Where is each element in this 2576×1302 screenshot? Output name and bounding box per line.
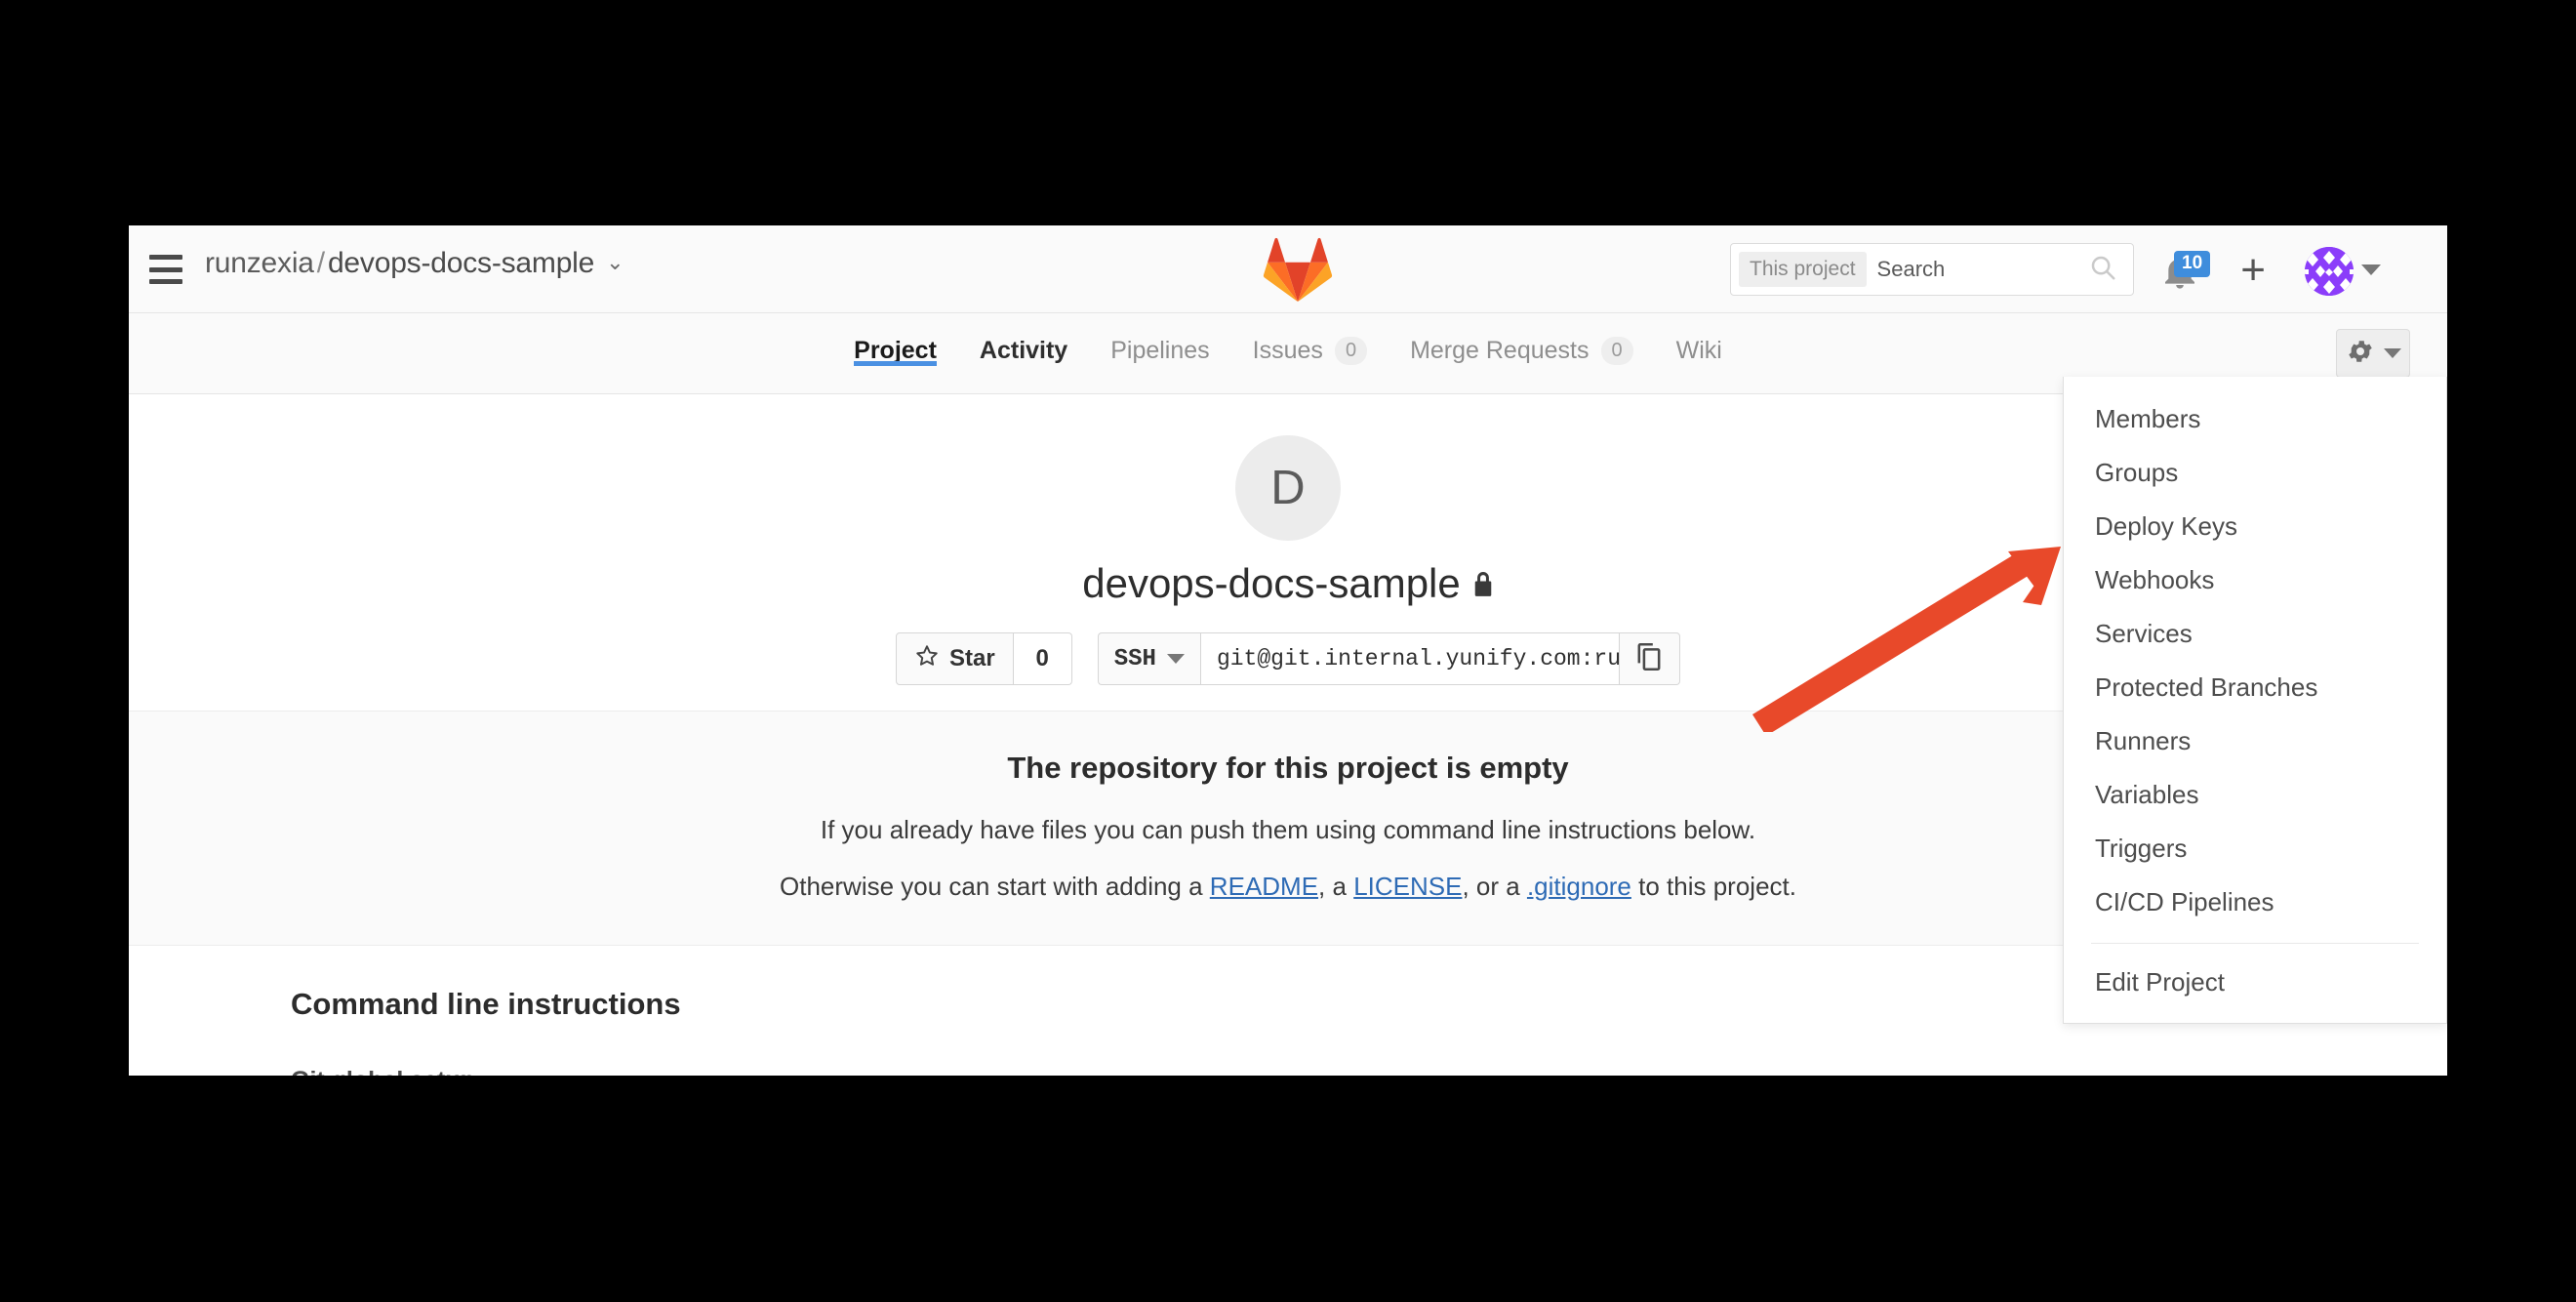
- empty-repo-text-post: to this project.: [1630, 872, 1796, 901]
- tab-wiki[interactable]: Wiki: [1655, 313, 1744, 365]
- empty-repo-text-mid-1: , a: [1318, 872, 1354, 901]
- tab-pipelines[interactable]: Pipelines: [1089, 313, 1230, 365]
- menu-item-triggers[interactable]: Triggers: [2064, 822, 2446, 875]
- menu-item-deploy-keys[interactable]: Deploy Keys: [2064, 500, 2446, 553]
- search-scope-badge[interactable]: This project: [1739, 252, 1867, 287]
- clone-protocol-label: SSH: [1113, 645, 1156, 672]
- tab-project-label: Project: [854, 337, 937, 364]
- star-outline-icon: [914, 643, 940, 675]
- project-settings-button[interactable]: [2336, 329, 2410, 378]
- cli-subheading-git-global-setup: Git global setup: [291, 1067, 2447, 1076]
- plus-new-icon[interactable]: +: [2240, 249, 2266, 292]
- breadcrumb-project-link[interactable]: devops-docs-sample: [328, 247, 594, 279]
- tab-merge-requests-count-badge: 0: [1600, 337, 1633, 365]
- menu-item-groups[interactable]: Groups: [2064, 446, 2446, 500]
- breadcrumb-chevron-down-icon[interactable]: ⌄: [606, 250, 624, 275]
- empty-repo-text-pre: Otherwise you can start with adding a: [780, 872, 1210, 901]
- notifications-button[interactable]: 10: [2160, 251, 2211, 292]
- search-box[interactable]: This project Search: [1730, 243, 2134, 296]
- menu-item-protected-branches[interactable]: Protected Branches: [2064, 661, 2446, 714]
- menu-item-services[interactable]: Services: [2064, 607, 2446, 661]
- user-chevron-down-icon[interactable]: [2361, 264, 2381, 275]
- tab-pipelines-label: Pipelines: [1110, 337, 1210, 364]
- star-count: 0: [1013, 632, 1072, 685]
- project-avatar: D: [1235, 435, 1341, 541]
- menu-item-webhooks[interactable]: Webhooks: [2064, 553, 2446, 607]
- copy-icon: [1636, 642, 1662, 675]
- menu-item-members[interactable]: Members: [2064, 392, 2446, 446]
- hamburger-menu-icon[interactable]: [149, 255, 182, 284]
- top-navigation-bar: runzexia / devops-docs-sample ⌄ This projec…: [129, 225, 2447, 313]
- tab-project[interactable]: Project: [832, 313, 958, 366]
- avatar[interactable]: [2305, 247, 2354, 296]
- menu-item-cicd-pipelines[interactable]: CI/CD Pipelines: [2064, 875, 2446, 929]
- menu-divider: [2091, 943, 2419, 944]
- tab-activity[interactable]: Activity: [958, 313, 1089, 365]
- tab-merge-requests-label: Merge Requests: [1410, 337, 1590, 364]
- breadcrumb-group-link[interactable]: runzexia: [205, 247, 314, 279]
- empty-repo-text-mid-2: , or a: [1462, 872, 1527, 901]
- search-input[interactable]: Search: [1877, 257, 2088, 282]
- tab-wiki-label: Wiki: [1675, 337, 1722, 364]
- project-name: devops-docs-sample: [1082, 560, 1461, 606]
- clone-widget: SSH git@git.internal.yunify.com:ru: [1097, 632, 1680, 685]
- breadcrumb-separator: /: [316, 247, 325, 279]
- screenshot-root: runzexia / devops-docs-sample ⌄ This projec…: [0, 0, 2576, 1302]
- star-button[interactable]: Star: [896, 632, 1014, 685]
- tab-issues-label: Issues: [1252, 337, 1323, 364]
- menu-item-edit-project[interactable]: Edit Project: [2064, 956, 2446, 1009]
- license-link[interactable]: LICENSE: [1353, 872, 1462, 901]
- tab-issues[interactable]: Issues 0: [1231, 313, 1389, 365]
- project-settings-dropdown-menu: Members Groups Deploy Keys Webhooks Serv…: [2063, 377, 2447, 1024]
- star-button-label: Star: [949, 645, 995, 671]
- tab-activity-label: Activity: [979, 337, 1068, 364]
- menu-item-runners[interactable]: Runners: [2064, 714, 2446, 768]
- tab-issues-count-badge: 0: [1334, 337, 1368, 365]
- clone-protocol-select[interactable]: SSH: [1097, 632, 1200, 685]
- notification-count-badge: 10: [2174, 251, 2211, 277]
- tab-merge-requests[interactable]: Merge Requests 0: [1389, 313, 1655, 365]
- clone-url-input[interactable]: git@git.internal.yunify.com:ru: [1199, 632, 1620, 685]
- gitlab-logo-icon[interactable]: [1263, 235, 1333, 304]
- breadcrumb: runzexia / devops-docs-sample ⌄: [205, 247, 624, 280]
- search-icon[interactable]: [2088, 253, 2117, 287]
- clone-protocol-chevron-down-icon: [1166, 654, 1185, 664]
- copy-url-button[interactable]: [1619, 632, 1680, 685]
- lock-icon: [1472, 560, 1494, 607]
- gitignore-link[interactable]: .gitignore: [1527, 872, 1631, 901]
- settings-chevron-down-icon: [2383, 348, 2401, 358]
- readme-link[interactable]: README: [1210, 872, 1318, 901]
- menu-item-variables[interactable]: Variables: [2064, 768, 2446, 822]
- gear-icon: [2346, 337, 2375, 371]
